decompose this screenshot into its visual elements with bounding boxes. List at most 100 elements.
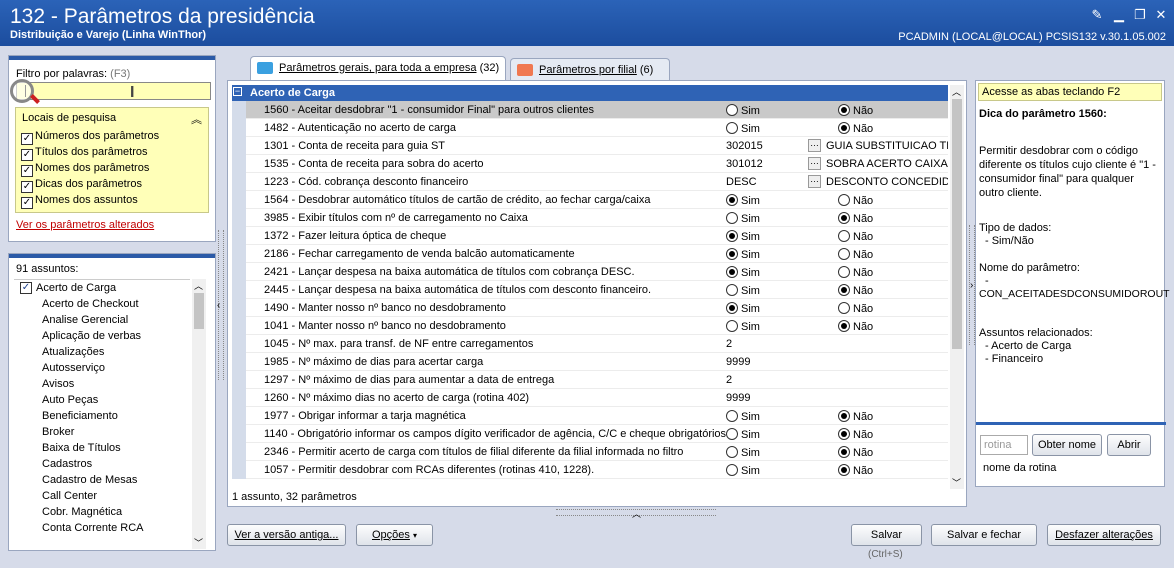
radio-nao[interactable]: Não <box>838 104 873 117</box>
subject-item[interactable]: Acerto de Checkout <box>14 296 190 312</box>
param-row[interactable]: 2421 - Lançar despesa na baixa automátic… <box>232 263 948 281</box>
checkbox-icon[interactable]: ✓ <box>21 165 33 177</box>
section-collapse-icon[interactable]: − <box>233 87 242 96</box>
radio-sim[interactable]: Sim <box>726 122 760 135</box>
param-row[interactable]: 1301 - Conta de receita para guia ST 3020… <box>232 137 948 155</box>
location-checkbox[interactable]: ✓ Nomes dos assuntos <box>21 194 138 210</box>
param-value[interactable]: 9999 <box>726 356 750 368</box>
radio-icon[interactable] <box>838 122 850 134</box>
lookup-icon[interactable]: … <box>808 175 821 188</box>
subject-item[interactable]: Autosserviço <box>14 360 190 376</box>
radio-icon[interactable] <box>838 212 850 224</box>
subject-item[interactable]: Cobr. Magnética <box>14 504 190 520</box>
radio-nao[interactable]: Não <box>838 320 873 333</box>
edit-icon[interactable]: ✎ <box>1088 6 1106 24</box>
undo-changes-button[interactable]: Desfazer alterações <box>1047 524 1161 546</box>
location-checkbox[interactable]: ✓ Títulos dos parâmetros <box>21 146 148 162</box>
param-row[interactable]: 2346 - Permitir acerto de carga com títu… <box>232 443 948 461</box>
radio-nao[interactable]: Não <box>838 284 873 297</box>
open-button[interactable]: Abrir <box>1107 434 1151 456</box>
param-row[interactable]: 2445 - Lançar despesa na baixa automátic… <box>232 281 948 299</box>
radio-icon[interactable] <box>838 194 850 206</box>
rotina-input[interactable]: rotina <box>980 435 1028 455</box>
subject-item[interactable]: Aplicação de verbas <box>14 328 190 344</box>
old-version-button[interactable]: Ver a versão antiga... <box>227 524 346 546</box>
subject-item[interactable]: Avisos <box>14 376 190 392</box>
radio-icon[interactable] <box>726 230 738 242</box>
subject-item[interactable]: Cadastros <box>14 456 190 472</box>
radio-icon[interactable] <box>838 320 850 332</box>
subject-item[interactable]: Baixa de Títulos <box>14 440 190 456</box>
param-row[interactable]: 1482 - Autenticação no acerto de carga Si… <box>232 119 948 137</box>
collapse-icon[interactable]: ︽ <box>191 111 202 127</box>
radio-sim[interactable]: Sim <box>726 464 760 477</box>
param-row[interactable]: 2186 - Fechar carregamento de venda balc… <box>232 245 948 263</box>
param-row[interactable]: 3985 - Exibir títulos com nº de carregam… <box>232 209 948 227</box>
radio-icon[interactable] <box>838 248 850 260</box>
subject-item[interactable]: Broker <box>14 424 190 440</box>
radio-sim[interactable]: Sim <box>726 320 760 333</box>
radio-nao[interactable]: Não <box>838 446 873 459</box>
radio-nao[interactable]: Não <box>838 266 873 279</box>
radio-sim[interactable]: Sim <box>726 104 760 117</box>
grid-scrollbar[interactable]: ︿ ﹀ <box>950 85 964 489</box>
subject-checkbox-icon[interactable]: ✓ <box>20 282 32 294</box>
param-row[interactable]: 1140 - Obrigatório informar os campos dí… <box>232 425 948 443</box>
radio-icon[interactable] <box>726 122 738 134</box>
subjects-scrollbar[interactable]: ︿ ﹀ <box>192 279 206 549</box>
expand-up-icon[interactable]: ︿ <box>632 507 641 520</box>
collapse-right-icon[interactable]: › <box>970 280 973 291</box>
radio-icon[interactable] <box>838 104 850 116</box>
radio-nao[interactable]: Não <box>838 230 873 243</box>
param-value[interactable]: DESC <box>726 176 757 188</box>
subject-item[interactable]: ✓ Acerto de Carga <box>14 280 190 296</box>
subject-item[interactable]: Analise Gerencial <box>14 312 190 328</box>
radio-nao[interactable]: Não <box>838 410 873 423</box>
param-row[interactable]: 1372 - Fazer leitura óptica de cheque Sim… <box>232 227 948 245</box>
param-row[interactable]: 1297 - Nº máximo de dias para aumentar a… <box>232 371 948 389</box>
param-row[interactable]: 1985 - Nº máximo de dias para acertar ca… <box>232 353 948 371</box>
save-button[interactable]: Salvar <box>851 524 922 546</box>
filter-input[interactable] <box>16 82 211 100</box>
radio-icon[interactable] <box>838 266 850 278</box>
radio-nao[interactable]: Não <box>838 194 873 207</box>
radio-sim[interactable]: Sim <box>726 194 760 207</box>
param-value[interactable]: 301012 <box>726 158 763 170</box>
param-row[interactable]: 1977 - Obrigar informar a tarja magnétic… <box>232 407 948 425</box>
scroll-thumb[interactable] <box>194 293 204 329</box>
radio-icon[interactable] <box>726 446 738 458</box>
radio-icon[interactable] <box>726 248 738 260</box>
radio-icon[interactable] <box>838 230 850 242</box>
lookup-icon[interactable]: … <box>808 157 821 170</box>
minimize-button[interactable]: ▁ <box>1110 6 1128 24</box>
radio-nao[interactable]: Não <box>838 428 873 441</box>
close-button[interactable]: ✕ <box>1152 6 1170 24</box>
param-row[interactable]: 1490 - Manter nosso nº banco no desdobra… <box>232 299 948 317</box>
radio-nao[interactable]: Não <box>838 302 873 315</box>
param-row[interactable]: 1564 - Desdobrar automático títulos de c… <box>232 191 948 209</box>
checkbox-icon[interactable]: ✓ <box>21 197 33 209</box>
param-row[interactable]: 1057 - Permitir desdobrar com RCAs difer… <box>232 461 948 479</box>
subject-item[interactable]: Auto Peças <box>14 392 190 408</box>
tab-general-params[interactable]: Parâmetros gerais, para toda a empresa (… <box>250 56 506 80</box>
radio-nao[interactable]: Não <box>838 122 873 135</box>
radio-sim[interactable]: Sim <box>726 266 760 279</box>
subject-item[interactable]: Cadastro de Mesas <box>14 472 190 488</box>
param-row[interactable]: 1260 - Nº máximo dias no acerto de carga… <box>232 389 948 407</box>
radio-sim[interactable]: Sim <box>726 446 760 459</box>
tab-branch-params[interactable]: Parâmetros por filial (6) <box>510 58 670 80</box>
radio-icon[interactable] <box>726 428 738 440</box>
scroll-down-icon[interactable]: ﹀ <box>952 476 961 489</box>
radio-icon[interactable] <box>726 266 738 278</box>
param-value[interactable]: 9999 <box>726 392 750 404</box>
radio-icon[interactable] <box>726 302 738 314</box>
section-header[interactable]: Acerto de Carga <box>232 85 948 101</box>
radio-nao[interactable]: Não <box>838 212 873 225</box>
checkbox-icon[interactable]: ✓ <box>21 149 33 161</box>
location-checkbox[interactable]: ✓ Nomes dos parâmetros <box>21 162 149 178</box>
radio-sim[interactable]: Sim <box>726 410 760 423</box>
scroll-thumb[interactable] <box>952 99 962 349</box>
radio-icon[interactable] <box>726 464 738 476</box>
subject-item[interactable]: Conta Corrente RCA <box>14 520 190 536</box>
scroll-down-icon[interactable]: ﹀ <box>194 536 203 549</box>
